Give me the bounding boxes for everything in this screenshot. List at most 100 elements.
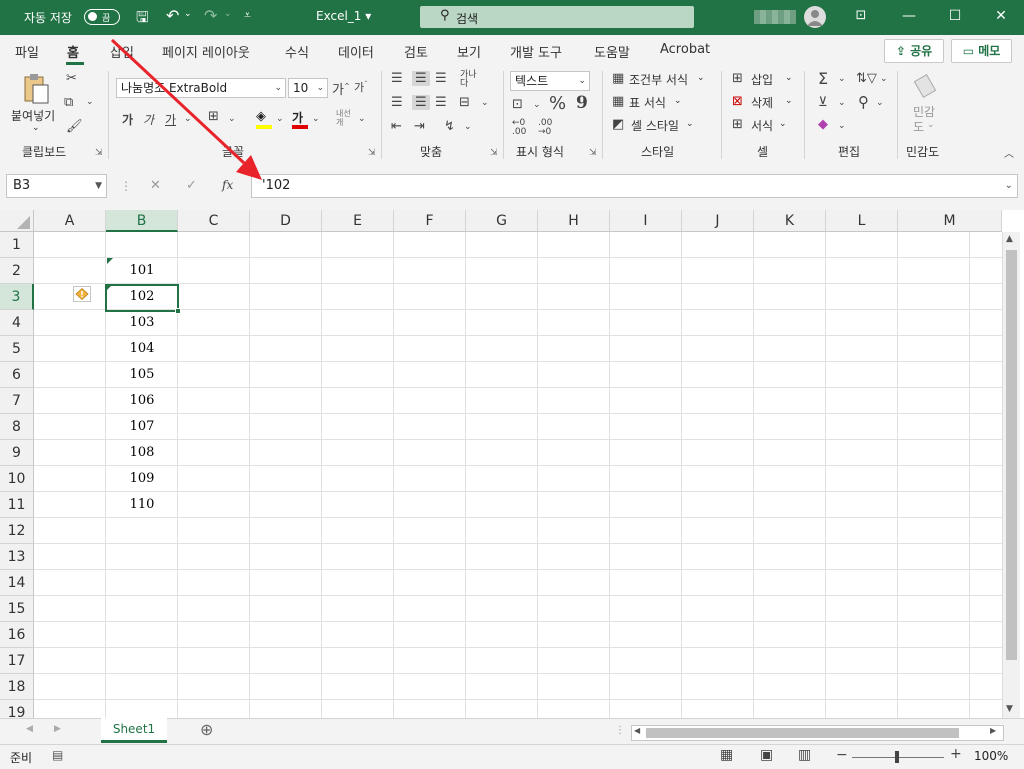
normal-view-icon[interactable]: ▦	[720, 747, 733, 763]
insert-dropdown-icon[interactable]: ⌄	[785, 73, 793, 83]
format-cells-button[interactable]: 서식	[751, 117, 773, 134]
page-break-view-icon[interactable]: ▥	[798, 747, 811, 763]
collapse-ribbon-icon[interactable]: ︿	[1004, 145, 1014, 160]
wrap-dropdown-icon[interactable]: ⌄	[464, 122, 472, 132]
close-button[interactable]: ✕	[990, 8, 1012, 26]
row-header-6[interactable]: 6	[0, 362, 34, 388]
fill-color-dropdown-icon[interactable]: ⌄	[276, 114, 284, 124]
sheet-tab-sheet1[interactable]: Sheet1	[101, 718, 167, 743]
cut-icon[interactable]: ✂	[66, 71, 77, 86]
file-name[interactable]: Excel_1 ▾	[316, 9, 371, 23]
row-header-18[interactable]: 18	[0, 674, 34, 700]
tab-view[interactable]: 보기	[457, 42, 481, 61]
number-format-combo[interactable]: 텍스트 ⌄	[510, 71, 590, 91]
insert-cells-icon[interactable]: ⊞	[732, 71, 743, 86]
row-header-14[interactable]: 14	[0, 570, 34, 596]
column-header-m[interactable]: M	[898, 210, 1002, 232]
copy-dropdown-icon[interactable]: ⌄	[86, 97, 94, 107]
customize-qat-icon[interactable]: ⩡	[244, 8, 251, 23]
table-format-dropdown-icon[interactable]: ⌄	[674, 96, 682, 106]
column-header-k[interactable]: K	[754, 210, 826, 232]
column-header-i[interactable]: I	[610, 210, 682, 232]
column-header-j[interactable]: J	[682, 210, 754, 232]
horizontal-scroll-thumb[interactable]	[646, 728, 959, 738]
column-header-a[interactable]: A	[34, 210, 106, 232]
font-name-combo[interactable]: 나눔명조 ExtraBold ⌄	[116, 78, 286, 98]
merge-center-icon[interactable]: ⊟	[459, 95, 470, 110]
column-header-g[interactable]: G	[466, 210, 538, 232]
find-dropdown-icon[interactable]: ⌄	[876, 98, 884, 108]
font-color-dropdown-icon[interactable]: ⌄	[312, 114, 320, 124]
tab-data[interactable]: 데이터	[338, 42, 374, 61]
format-painter-icon[interactable]: 🖌	[66, 119, 83, 134]
autosum-dropdown-icon[interactable]: ⌄	[838, 74, 846, 84]
clear-dropdown-icon[interactable]: ⌄	[838, 121, 846, 131]
tab-home[interactable]: 홈	[67, 42, 79, 61]
conditional-format-icon[interactable]: ▦	[612, 71, 624, 86]
delete-cells-button[interactable]: 삭제	[751, 94, 773, 111]
cell-b2[interactable]: 101	[106, 258, 178, 284]
scroll-down-icon[interactable]: ▼	[1006, 704, 1013, 714]
delete-dropdown-icon[interactable]: ⌄	[785, 96, 793, 106]
paste-icon[interactable]	[22, 73, 50, 105]
cell-b8[interactable]: 107	[106, 414, 178, 440]
ribbon-display-icon[interactable]: ⊡	[850, 8, 872, 26]
row-header-9[interactable]: 9	[0, 440, 34, 466]
page-layout-view-icon[interactable]: ▣	[760, 747, 773, 763]
font-size-combo[interactable]: 10 ⌄	[288, 78, 328, 98]
decrease-indent-icon[interactable]: ⇤	[391, 119, 402, 134]
accounting-format-icon[interactable]: ⊡	[512, 97, 523, 112]
format-table-button[interactable]: 표 서식	[629, 94, 666, 111]
column-header-l[interactable]: L	[826, 210, 898, 232]
accounting-dropdown-icon[interactable]: ⌄	[533, 100, 541, 110]
column-header-d[interactable]: D	[250, 210, 322, 232]
bold-button[interactable]: 가	[122, 111, 133, 128]
align-top-icon[interactable]: ☰	[391, 71, 403, 86]
undo-icon[interactable]: ↶	[166, 6, 179, 25]
cell-styles-button[interactable]: 셀 스타일	[631, 117, 679, 134]
number-launcher-icon[interactable]: ⇲	[589, 148, 597, 158]
borders-dropdown-icon[interactable]: ⌄	[228, 114, 236, 124]
format-dropdown-icon[interactable]: ⌄	[779, 119, 787, 129]
minimize-button[interactable]: —	[898, 8, 920, 26]
autosave-toggle[interactable]: 끔	[84, 9, 120, 25]
clipboard-launcher-icon[interactable]: ⇲	[95, 148, 103, 158]
paste-dropdown-icon[interactable]: ⌄	[32, 123, 40, 133]
zoom-slider-thumb[interactable]	[895, 751, 899, 763]
italic-button[interactable]: 가	[143, 111, 154, 128]
align-middle-icon[interactable]: ☰	[412, 71, 430, 86]
cell-b10[interactable]: 109	[106, 466, 178, 492]
insert-function-button[interactable]: fx	[222, 178, 233, 192]
row-header-5[interactable]: 5	[0, 336, 34, 362]
tab-help[interactable]: 도움말	[594, 42, 630, 61]
avatar[interactable]	[804, 6, 826, 28]
vertical-scroll-thumb[interactable]	[1006, 250, 1017, 660]
phonetic-dropdown-icon[interactable]: ⌄	[358, 114, 366, 124]
error-indicator-button[interactable]	[73, 286, 91, 302]
fill-handle[interactable]	[175, 308, 181, 314]
format-cells-icon[interactable]: ⊞	[732, 117, 743, 132]
select-all-button[interactable]	[0, 210, 34, 232]
tab-acrobat[interactable]: Acrobat	[660, 42, 710, 57]
cell-styles-dropdown-icon[interactable]: ⌄	[686, 119, 694, 129]
undo-dropdown-icon[interactable]: ⌄	[184, 9, 192, 19]
fill-dropdown-icon[interactable]: ⌄	[838, 98, 846, 108]
fill-icon[interactable]: ⊻	[818, 95, 828, 110]
tab-page-layout[interactable]: 페이지 레이아웃	[162, 42, 250, 61]
maximize-button[interactable]: ☐	[944, 8, 966, 26]
row-header-4[interactable]: 4	[0, 310, 34, 336]
find-select-icon[interactable]: ⚲	[858, 93, 869, 111]
cell-b5[interactable]: 104	[106, 336, 178, 362]
row-header-13[interactable]: 13	[0, 544, 34, 570]
comments-button[interactable]: ▭ 메모	[951, 39, 1012, 63]
alignment-launcher-icon[interactable]: ⇲	[490, 148, 498, 158]
tab-split-grip-icon[interactable]: ⋮	[615, 725, 625, 736]
row-header-16[interactable]: 16	[0, 622, 34, 648]
tab-developer[interactable]: 개발 도구	[510, 42, 562, 61]
align-bottom-icon[interactable]: ☰	[435, 71, 447, 86]
copy-icon[interactable]: ⧉	[64, 95, 73, 110]
worksheet-grid[interactable]: ABCDEFGHIJKLM 1 2 3 4 5 6 7 8 9 10 11 12 13 14 15 16 17 1…	[0, 210, 1024, 718]
increase-font-icon[interactable]: 가^	[332, 79, 350, 98]
delete-cells-icon[interactable]: ⊠	[732, 94, 743, 109]
add-sheet-icon[interactable]: ⊕	[200, 720, 213, 739]
